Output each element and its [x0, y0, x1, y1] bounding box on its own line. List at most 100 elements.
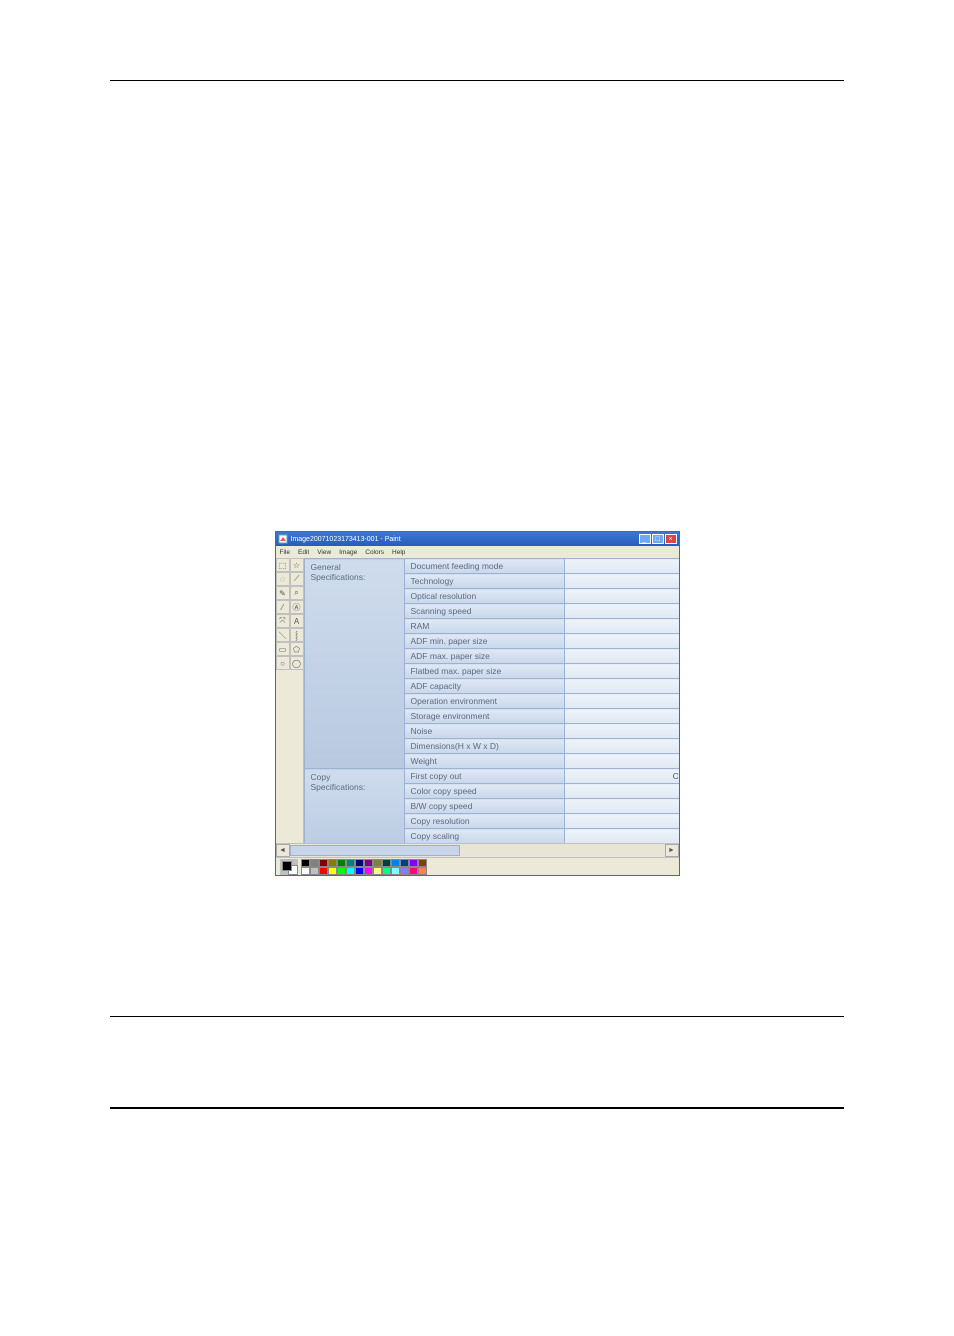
group-general: General Specifications:	[304, 559, 404, 769]
scroll-track[interactable]	[290, 844, 665, 857]
window-title: Image20071023173413-001 - Paint	[291, 536, 401, 543]
cell-value	[564, 724, 679, 739]
horizontal-scrollbar: ◄ ►	[276, 843, 679, 857]
minimize-button[interactable]: _	[639, 534, 651, 544]
color-swatch[interactable]	[409, 867, 418, 875]
close-button[interactable]: ×	[665, 534, 677, 544]
color-swatch[interactable]	[301, 859, 310, 867]
tool-select[interactable]: ☆	[290, 558, 304, 572]
canvas-image[interactable]: General Specifications: Document feeding…	[304, 558, 679, 843]
tool-fill[interactable]: ⟋	[290, 572, 304, 586]
color-swatch[interactable]	[310, 867, 319, 875]
color-swatch[interactable]	[337, 859, 346, 867]
color-swatch[interactable]	[346, 867, 355, 875]
cell-label: Flatbed max. paper size	[404, 664, 564, 679]
color-swatch[interactable]	[319, 867, 328, 875]
scroll-right-button[interactable]: ►	[665, 844, 679, 857]
maximize-button[interactable]: □	[652, 534, 664, 544]
tool-brush[interactable]: Ⓐ	[290, 600, 304, 614]
cell-value	[564, 784, 679, 799]
cell-value	[564, 604, 679, 619]
color-swatch[interactable]	[373, 859, 382, 867]
menu-edit[interactable]: Edit	[298, 549, 309, 556]
cell-value: 8.5 inch	[564, 649, 679, 664]
tool-rounded-rect[interactable]: ◯	[290, 656, 304, 670]
color-swatch[interactable]	[382, 867, 391, 875]
cell-label: ADF max. paper size	[404, 649, 564, 664]
scroll-thumb[interactable]	[290, 845, 460, 856]
cell-label: RAM	[404, 619, 564, 634]
horizontal-rule-bottom	[110, 1107, 844, 1109]
spec-table: General Specifications: Document feeding…	[304, 558, 679, 843]
color-swatch[interactable]	[409, 859, 418, 867]
color-swatch[interactable]	[364, 859, 373, 867]
color-swatch[interactable]	[382, 859, 391, 867]
paint-window: Image20071023173413-001 - Paint _ □ × Fi…	[275, 531, 680, 876]
color-swatch[interactable]	[328, 867, 337, 875]
color-swatch[interactable]	[373, 867, 382, 875]
cell-label: Copy resolution	[404, 814, 564, 829]
app-icon	[278, 534, 288, 544]
tool-ellipse[interactable]: ○	[276, 656, 290, 670]
color-swatch[interactable]	[400, 867, 409, 875]
menu-image[interactable]: Image	[339, 549, 357, 556]
foreground-color-icon	[282, 861, 292, 871]
color-swatch[interactable]	[319, 859, 328, 867]
cell-value: 10	[564, 694, 679, 709]
color-swatch[interactable]	[391, 867, 400, 875]
color-palette	[276, 857, 679, 875]
cell-value: Flatbed	[564, 559, 679, 574]
tool-freeform-select[interactable]: ⬚	[276, 558, 290, 572]
tool-polygon[interactable]: ⬠	[290, 642, 304, 656]
tool-text[interactable]: A	[290, 614, 304, 628]
cell-label: Optical resolution	[404, 589, 564, 604]
cell-label: ADF min. paper size	[404, 634, 564, 649]
tool-magnifier[interactable]: ⌕	[290, 586, 304, 600]
color-swatch[interactable]	[328, 859, 337, 867]
cell-value: -20	[564, 709, 679, 724]
cell-label: Document feeding mode	[404, 559, 564, 574]
menu-file[interactable]: File	[280, 549, 290, 556]
cell-label: Scanning speed	[404, 604, 564, 619]
menu-help[interactable]: Help	[392, 549, 405, 556]
menu-view[interactable]: View	[317, 549, 331, 556]
cell-value	[564, 739, 679, 754]
cell-value	[564, 814, 679, 829]
color-swatch[interactable]	[337, 867, 346, 875]
scroll-left-button[interactable]: ◄	[276, 844, 290, 857]
cell-label: ADF capacity	[404, 679, 564, 694]
cell-value	[564, 574, 679, 589]
color-swatch[interactable]	[418, 859, 427, 867]
color-swatch[interactable]	[355, 867, 364, 875]
tool-curve[interactable]: ⸾	[290, 628, 304, 642]
cell-label: Color copy speed	[404, 784, 564, 799]
titlebar: Image20071023173413-001 - Paint _ □ ×	[276, 532, 679, 546]
tool-line[interactable]: ＼	[276, 628, 290, 642]
color-swatch[interactable]	[400, 859, 409, 867]
color-swatch[interactable]	[301, 867, 310, 875]
color-swatch[interactable]	[418, 867, 427, 875]
cell-value	[564, 679, 679, 694]
color-swatch[interactable]	[364, 867, 373, 875]
current-colors[interactable]	[280, 859, 298, 875]
cell-label: Operation environment	[404, 694, 564, 709]
menu-colors[interactable]: Colors	[365, 549, 384, 556]
cell-value	[564, 754, 679, 769]
color-swatch[interactable]	[346, 859, 355, 867]
horizontal-rule-top	[110, 80, 844, 81]
toolbox: ⬚ ☆ ◌ ⟋ ✎ ⌕ ⁄ Ⓐ ⤧ A ＼ ⸾ ▭ ⬠ ○ ◯	[276, 558, 304, 843]
cell-value	[564, 799, 679, 814]
tool-rectangle[interactable]: ▭	[276, 642, 290, 656]
cell-value: 8.5 inch :	[564, 664, 679, 679]
color-swatch[interactable]	[391, 859, 400, 867]
color-swatch[interactable]	[310, 859, 319, 867]
cell-label: First copy out	[404, 769, 564, 784]
tool-picker[interactable]: ✎	[276, 586, 290, 600]
color-swatch[interactable]	[355, 859, 364, 867]
cell-label: Copy scaling	[404, 829, 564, 844]
tool-eraser[interactable]: ◌	[276, 572, 290, 586]
cell-value	[564, 589, 679, 604]
tool-airbrush[interactable]: ⤧	[276, 614, 290, 628]
canvas-area: General Specifications: Document feeding…	[304, 558, 679, 843]
tool-pencil[interactable]: ⁄	[276, 600, 290, 614]
